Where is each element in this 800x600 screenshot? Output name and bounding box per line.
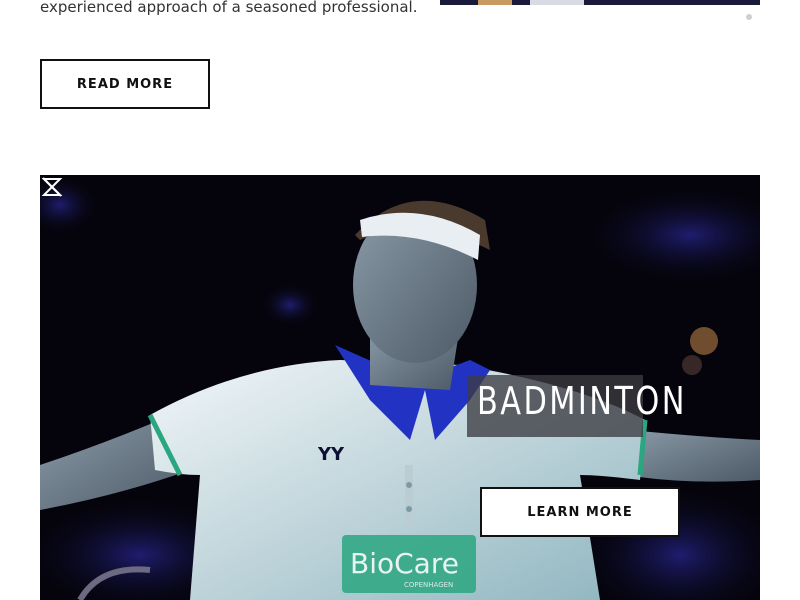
learn-more-button[interactable]: LEARN MORE: [480, 487, 680, 537]
brand-logo-icon: [41, 177, 63, 197]
carousel-dot[interactable]: [746, 14, 752, 20]
read-more-button[interactable]: READ MORE: [40, 59, 210, 109]
badminton-hero-image: YY BioCare COPENHAGEN BADMINTON LEARN MO…: [40, 175, 760, 600]
intro-paragraph: experienced approach of a seasoned profe…: [40, 0, 418, 16]
hero-title: BADMINTON: [477, 379, 687, 423]
shirt-sponsor-text: BioCare: [350, 547, 459, 580]
svg-text:YY: YY: [317, 444, 345, 465]
top-image-partial: [440, 0, 760, 5]
shirt-sponsor-subtext: COPENHAGEN: [404, 581, 453, 589]
